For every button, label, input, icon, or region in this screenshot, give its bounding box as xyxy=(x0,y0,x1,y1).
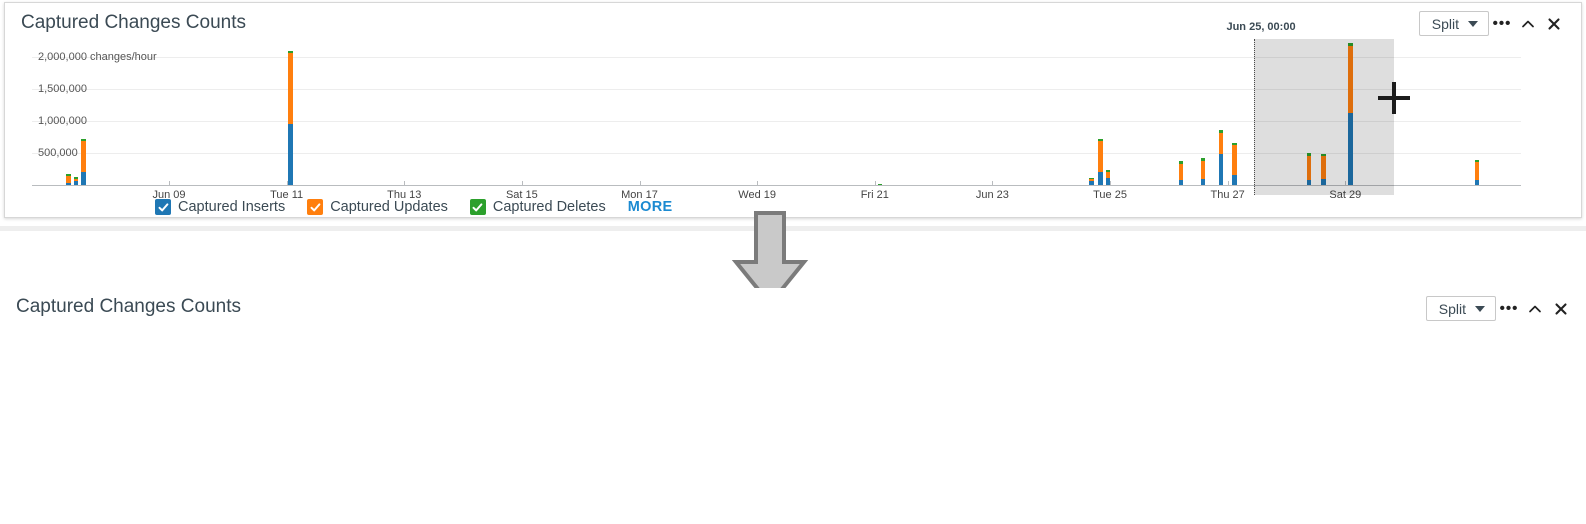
chart-bar[interactable] xyxy=(81,138,86,185)
x-axis-tick-label: Tue 25 xyxy=(1093,189,1127,201)
bar-segment xyxy=(81,171,86,185)
checkbox-checked-icon[interactable] xyxy=(307,199,324,215)
bar-segment xyxy=(1348,42,1353,47)
x-axis-tick-label: Sat 29 xyxy=(1329,189,1362,201)
x-axis-tick-mark xyxy=(168,181,170,186)
x-axis-tick-label: Fri 21 xyxy=(860,189,889,201)
chart-legend-top: Captured Inserts Captured Updates Captur… xyxy=(155,199,672,215)
bar-segment xyxy=(1218,130,1224,134)
chart-bar[interactable] xyxy=(66,174,71,185)
legend-label: Captured Deletes xyxy=(492,199,606,215)
bar-segment xyxy=(1105,169,1111,172)
chart-bar[interactable] xyxy=(1232,142,1237,185)
legend-item-captured-inserts-top[interactable]: Captured Inserts xyxy=(155,199,285,215)
y-axis-tick-label: 1,500,000 xyxy=(38,83,87,95)
chart-bar[interactable] xyxy=(1306,153,1312,185)
bar-segment xyxy=(1200,160,1206,180)
x-axis-tick-mark xyxy=(639,181,641,186)
bar-segment xyxy=(1218,153,1224,185)
x-axis-tick-mark xyxy=(1227,181,1229,186)
bar-segment xyxy=(1474,161,1480,180)
selection-left-handle[interactable] xyxy=(1254,39,1256,195)
chart-bar[interactable] xyxy=(288,50,293,185)
bar-segment xyxy=(66,174,71,177)
y-axis-tick-label: 1,000,000 xyxy=(38,115,87,127)
chart-bar[interactable] xyxy=(73,176,79,185)
bar-segment xyxy=(288,53,293,124)
chart-bar[interactable] xyxy=(1178,161,1184,185)
gridline xyxy=(32,89,1521,90)
bar-segment xyxy=(1348,113,1353,185)
bar-segment xyxy=(1218,133,1224,154)
bar-segment xyxy=(73,178,79,182)
x-axis-tick-mark xyxy=(521,181,523,186)
bar-segment xyxy=(1321,156,1326,180)
chart-bar[interactable] xyxy=(1321,153,1326,185)
bar-segment xyxy=(1200,158,1206,161)
x-axis-tick-label: Thu 27 xyxy=(1210,189,1245,201)
bar-segment xyxy=(1105,171,1111,178)
bar-segment xyxy=(288,123,293,185)
bar-segment xyxy=(81,140,86,172)
chart-bar[interactable] xyxy=(1218,130,1224,185)
gridline xyxy=(32,57,1521,58)
bar-segment xyxy=(1306,155,1312,180)
bar-segment xyxy=(1089,179,1094,182)
legend-more-link-top[interactable]: MORE xyxy=(628,199,673,215)
legend-label: Captured Updates xyxy=(330,199,448,215)
checkbox-checked-icon[interactable] xyxy=(155,199,171,215)
x-axis-tick-mark xyxy=(404,181,406,186)
legend-item-captured-updates-top[interactable]: Captured Updates xyxy=(307,199,448,215)
bar-segment xyxy=(288,50,293,54)
x-axis-tick-mark xyxy=(992,181,994,186)
bar-segment xyxy=(1098,139,1103,142)
bar-segment xyxy=(1348,46,1353,114)
screenshot-stage: Captured Changes Counts Split ••• 500,00… xyxy=(0,0,1586,524)
y-axis-tick-label: 2,000,000 changes/hour xyxy=(38,51,157,63)
bar-segment xyxy=(1178,163,1184,180)
y-axis-tick-label: 500,000 xyxy=(38,147,78,159)
bar-segment xyxy=(1321,153,1326,157)
legend-item-captured-deletes-top[interactable]: Captured Deletes xyxy=(469,199,606,215)
bar-segment xyxy=(1232,175,1237,185)
gridline xyxy=(32,121,1521,122)
selection-start-label: Jun 25, 00:00 xyxy=(1226,21,1296,33)
x-axis-tick-mark xyxy=(757,181,759,186)
bar-segment xyxy=(81,138,86,141)
x-axis-tick-mark xyxy=(286,181,288,186)
x-axis-tick-mark xyxy=(1110,181,1112,186)
chart-bar[interactable] xyxy=(1200,158,1206,185)
x-axis-tick-mark xyxy=(874,181,876,186)
chart-bar[interactable] xyxy=(1098,139,1103,185)
chart-area-top: 500,000 1,000,000 1,500,000 2,000,000 chang… xyxy=(5,3,1581,217)
gridline xyxy=(32,153,1521,154)
crosshair-cursor-icon xyxy=(1378,82,1410,114)
x-axis-tick-label: Jun 23 xyxy=(975,189,1009,201)
bar-segment xyxy=(73,176,79,179)
checkbox-checked-icon[interactable] xyxy=(469,199,486,215)
chart-bar[interactable] xyxy=(1348,42,1353,185)
bar-segment xyxy=(1306,153,1312,156)
chart-bar[interactable] xyxy=(1089,177,1094,185)
legend-label: Captured Inserts xyxy=(178,199,286,215)
x-axis-tick-mark xyxy=(1345,181,1347,186)
bar-segment xyxy=(1178,161,1184,164)
x-axis-tick-label: Wed 19 xyxy=(738,189,776,201)
captured-changes-counts-panel-top: Captured Changes Counts Split ••• 500,00… xyxy=(4,2,1582,218)
chart-bar[interactable] xyxy=(1474,160,1480,185)
bar-segment xyxy=(1474,160,1480,162)
x-axis-line xyxy=(32,185,1521,186)
bar-segment xyxy=(1232,142,1237,146)
chart-area-bottom: 500,0001,000,0001,500,0002,000,000 chang… xyxy=(0,288,1586,524)
bar-segment xyxy=(66,176,71,184)
bar-segment xyxy=(1232,145,1237,176)
captured-changes-counts-panel-bottom: Captured Changes Counts Split ••• 500, xyxy=(0,288,1586,524)
bar-segment xyxy=(1089,177,1094,180)
plot-top[interactable]: 500,000 1,000,000 1,500,000 2,000,000 chang… xyxy=(32,21,1521,201)
bar-segment xyxy=(1098,172,1103,185)
bar-segment xyxy=(1098,141,1103,173)
